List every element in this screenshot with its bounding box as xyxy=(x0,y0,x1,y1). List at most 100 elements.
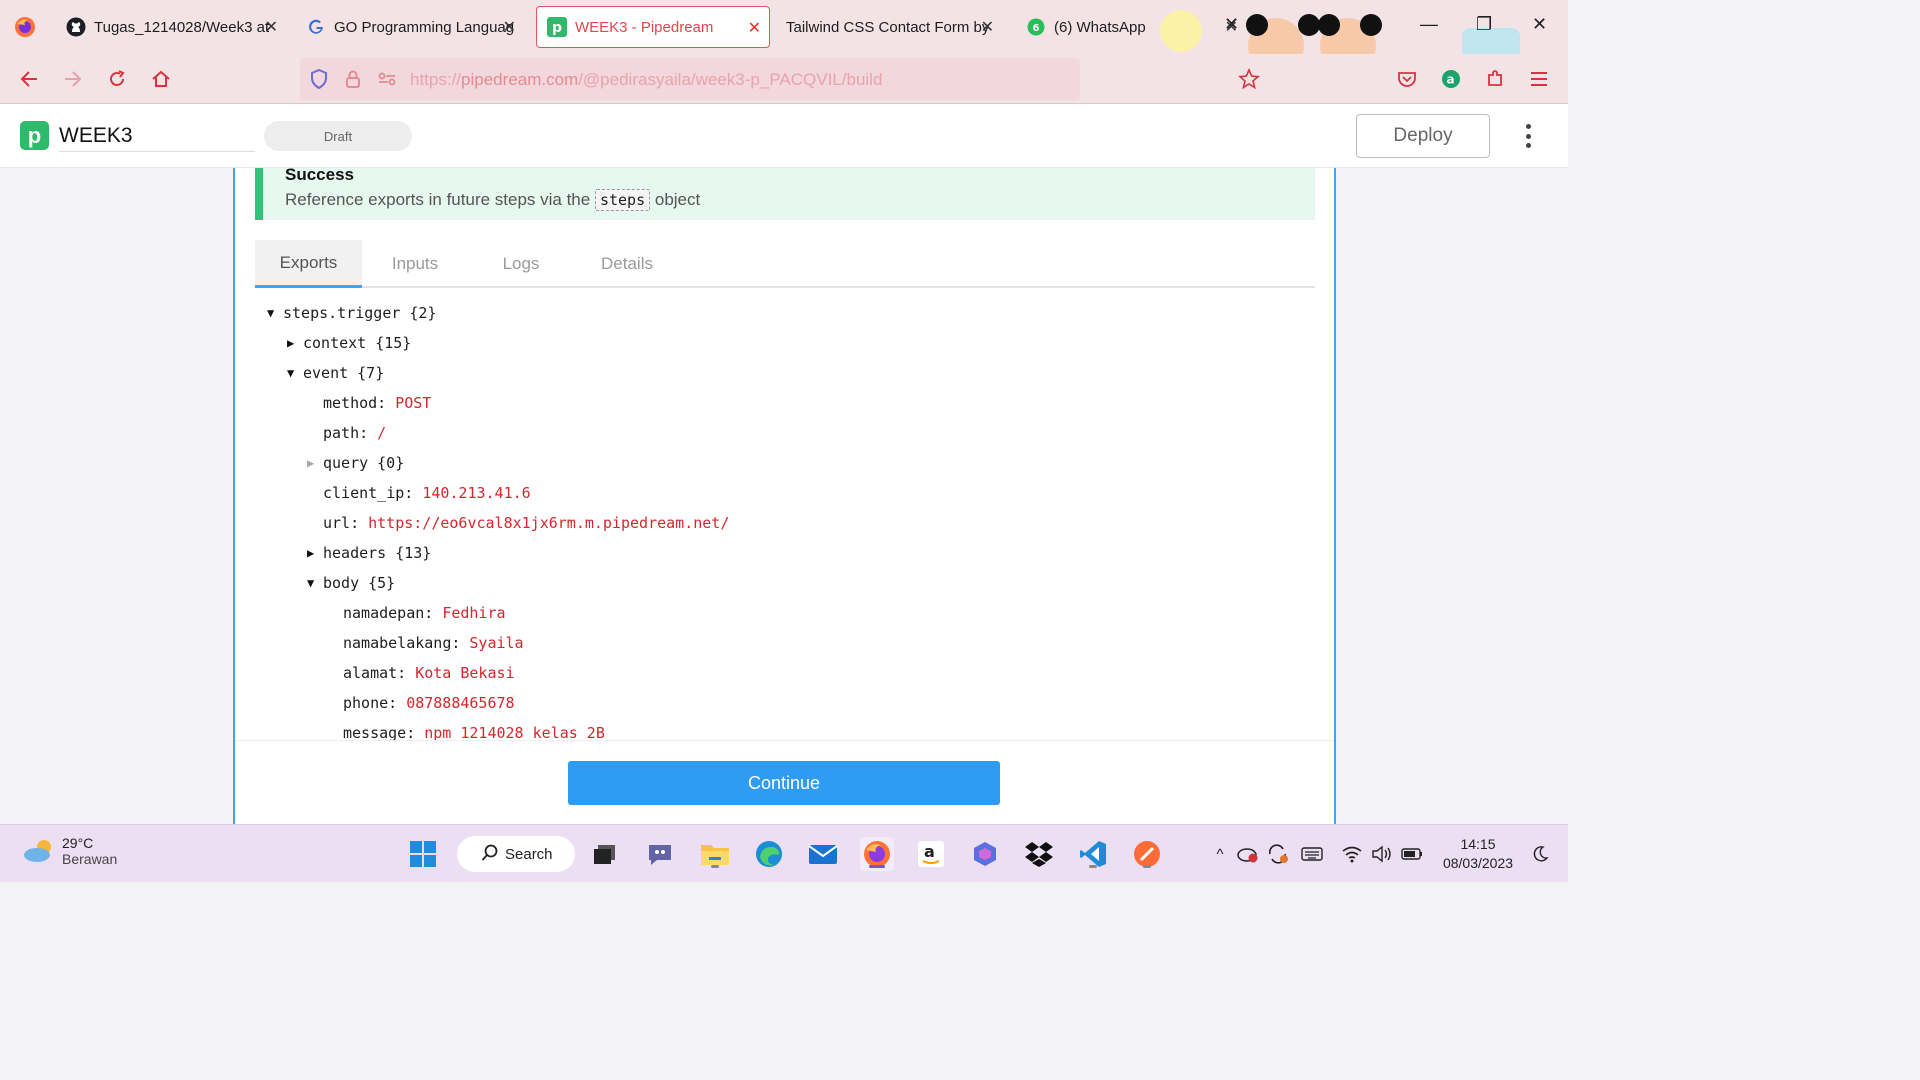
browser-tab-go-docs[interactable]: GO Programming Languag ✕ xyxy=(296,6,524,48)
tab-title: Tugas_1214028/Week3 at xyxy=(94,18,270,36)
vscode-icon[interactable] xyxy=(1076,837,1110,871)
bookmark-star-icon[interactable] xyxy=(1236,66,1262,92)
tab-title: (6) WhatsApp xyxy=(1054,18,1146,36)
wifi-icon[interactable] xyxy=(1340,842,1364,866)
firefox-taskbar-icon[interactable] xyxy=(860,837,894,871)
tree-count: {2} xyxy=(409,304,437,322)
svg-text:p: p xyxy=(552,20,562,36)
url-text[interactable]: https://pipedream.com/@pedirasyaila/week… xyxy=(410,70,882,90)
tree-leaf-phone: phone: 087888465678 xyxy=(343,692,515,714)
file-explorer-icon[interactable] xyxy=(698,837,732,871)
browser-tab-tailwind[interactable]: Tailwind CSS Contact Form by ✕ xyxy=(776,6,1002,48)
notifications-moon-icon[interactable] xyxy=(1528,842,1552,866)
tab-details[interactable]: Details xyxy=(574,240,680,288)
caret-down-icon[interactable]: ▼ xyxy=(307,576,323,590)
browser-tab-github[interactable]: Tugas_1214028/Week3 at ✕ xyxy=(56,6,286,48)
sync-icon[interactable] xyxy=(1266,842,1290,866)
clock-time: 14:15 xyxy=(1460,836,1496,852)
restore-icon[interactable]: ❐ xyxy=(1476,14,1492,35)
browser-tab-whatsapp[interactable]: 6 (6) WhatsApp ✕ xyxy=(1016,6,1246,48)
tree-node-body[interactable]: ▼ body {5} xyxy=(307,572,395,594)
success-desc-text: Reference exports in future steps via th… xyxy=(285,190,591,209)
google-icon xyxy=(306,17,326,37)
tree-value: 087888465678 xyxy=(406,694,515,712)
copilot-icon[interactable] xyxy=(968,837,1002,871)
keyboard-icon[interactable] xyxy=(1300,842,1324,866)
caret-down-icon[interactable]: ▼ xyxy=(267,306,283,320)
tree-node-headers[interactable]: ▶ headers {13} xyxy=(307,542,431,564)
continue-bar: Continue xyxy=(235,740,1334,824)
close-icon[interactable]: ✕ xyxy=(1224,14,1239,35)
task-view-icon[interactable] xyxy=(588,837,622,871)
weather-temperature: 29°C xyxy=(62,835,94,851)
url-bar[interactable]: https://pipedream.com/@pedirasyaila/week… xyxy=(300,58,1080,100)
back-icon[interactable] xyxy=(16,66,42,92)
pipedream-logo[interactable]: p xyxy=(20,121,49,150)
taskbar-clock[interactable]: 14:15 08/03/2023 xyxy=(1430,835,1526,873)
more-options-icon[interactable] xyxy=(1520,120,1536,152)
navigation-bar: https://pipedream.com/@pedirasyaila/week… xyxy=(0,54,1568,104)
firefox-menu-icon[interactable] xyxy=(10,12,40,42)
minimize-icon[interactable]: — xyxy=(1420,14,1438,35)
tree-leaf-client-ip: client_ip: 140.213.41.6 xyxy=(323,482,531,504)
exports-tree: ▼ steps.trigger {2} ▶ context {15} ▼ event {7}… xyxy=(235,298,1334,740)
tab-logs[interactable]: Logs xyxy=(468,240,574,288)
edge-browser-icon[interactable] xyxy=(752,837,786,871)
battery-icon[interactable] xyxy=(1400,842,1424,866)
svg-text:a: a xyxy=(1447,73,1455,87)
postman-icon[interactable] xyxy=(1130,837,1164,871)
deploy-button[interactable]: Deploy xyxy=(1356,114,1490,158)
clock-date: 08/03/2023 xyxy=(1442,855,1514,871)
permissions-icon[interactable] xyxy=(374,66,400,92)
tree-node-query[interactable]: ▶ query {0} xyxy=(307,452,404,474)
caret-right-icon[interactable]: ▶ xyxy=(287,336,303,350)
tree-count: {15} xyxy=(375,334,412,352)
tab-title: Tailwind CSS Contact Form by xyxy=(786,18,990,36)
tree-count: {7} xyxy=(357,364,385,382)
tree-node-context[interactable]: ▶ context {15} xyxy=(287,332,411,354)
step-results-panel: Success Reference exports in future step… xyxy=(233,168,1336,824)
menu-icon[interactable] xyxy=(1526,66,1552,92)
onedrive-error-icon[interactable] xyxy=(1236,842,1260,866)
caret-down-icon[interactable]: ▼ xyxy=(287,366,303,380)
tree-key: url: xyxy=(323,514,360,532)
close-tab-icon[interactable]: ✕ xyxy=(265,17,278,37)
tree-node-event[interactable]: ▼ event {7} xyxy=(287,362,384,384)
close-tab-icon[interactable]: ✕ xyxy=(503,17,516,37)
tree-node-steps-trigger[interactable]: ▼ steps.trigger {2} xyxy=(267,302,437,324)
shield-icon[interactable] xyxy=(306,66,332,92)
extension-a-icon[interactable]: a xyxy=(1438,66,1464,92)
weather-widget[interactable]: 29°C Berawan xyxy=(22,835,117,867)
taskbar-search[interactable]: Search xyxy=(457,836,575,872)
windows-start-icon[interactable] xyxy=(406,837,440,871)
volume-icon[interactable] xyxy=(1370,842,1394,866)
workflow-name-input[interactable]: WEEK3 xyxy=(59,124,255,152)
close-tab-icon[interactable]: ✕ xyxy=(748,18,761,38)
show-hidden-icons-icon[interactable]: ^ xyxy=(1208,842,1232,866)
pocket-icon[interactable] xyxy=(1394,66,1420,92)
caret-right-icon[interactable]: ▶ xyxy=(307,546,323,560)
caret-right-icon[interactable]: ▶ xyxy=(307,456,323,470)
forward-icon[interactable] xyxy=(60,66,86,92)
tree-key: client_ip: xyxy=(323,484,414,502)
tab-inputs[interactable]: Inputs xyxy=(362,240,468,288)
whatsapp-icon: 6 xyxy=(1026,17,1046,37)
tab-exports[interactable]: Exports xyxy=(255,240,362,288)
tree-value: Kota Bekasi xyxy=(415,664,515,682)
amazon-icon[interactable]: a xyxy=(914,837,948,871)
teams-chat-icon[interactable] xyxy=(643,837,677,871)
extensions-icon[interactable] xyxy=(1482,66,1508,92)
mail-icon[interactable] xyxy=(806,837,840,871)
browser-tab-pipedream[interactable]: p WEEK3 - Pipedream ✕ xyxy=(536,6,770,48)
home-icon[interactable] xyxy=(148,66,174,92)
close-window-icon[interactable]: ✕ xyxy=(1532,14,1547,35)
lock-icon[interactable] xyxy=(340,66,366,92)
reload-icon[interactable] xyxy=(104,66,130,92)
tree-leaf-namabelakang: namabelakang: Syaila xyxy=(343,632,524,654)
continue-button[interactable]: Continue xyxy=(568,761,1000,805)
success-description: Reference exports in future steps via th… xyxy=(285,189,700,211)
close-tab-icon[interactable]: ✕ xyxy=(981,17,994,37)
dropbox-icon[interactable] xyxy=(1022,837,1056,871)
tree-count: {13} xyxy=(395,544,432,562)
url-host: pipedream.com xyxy=(461,70,579,89)
